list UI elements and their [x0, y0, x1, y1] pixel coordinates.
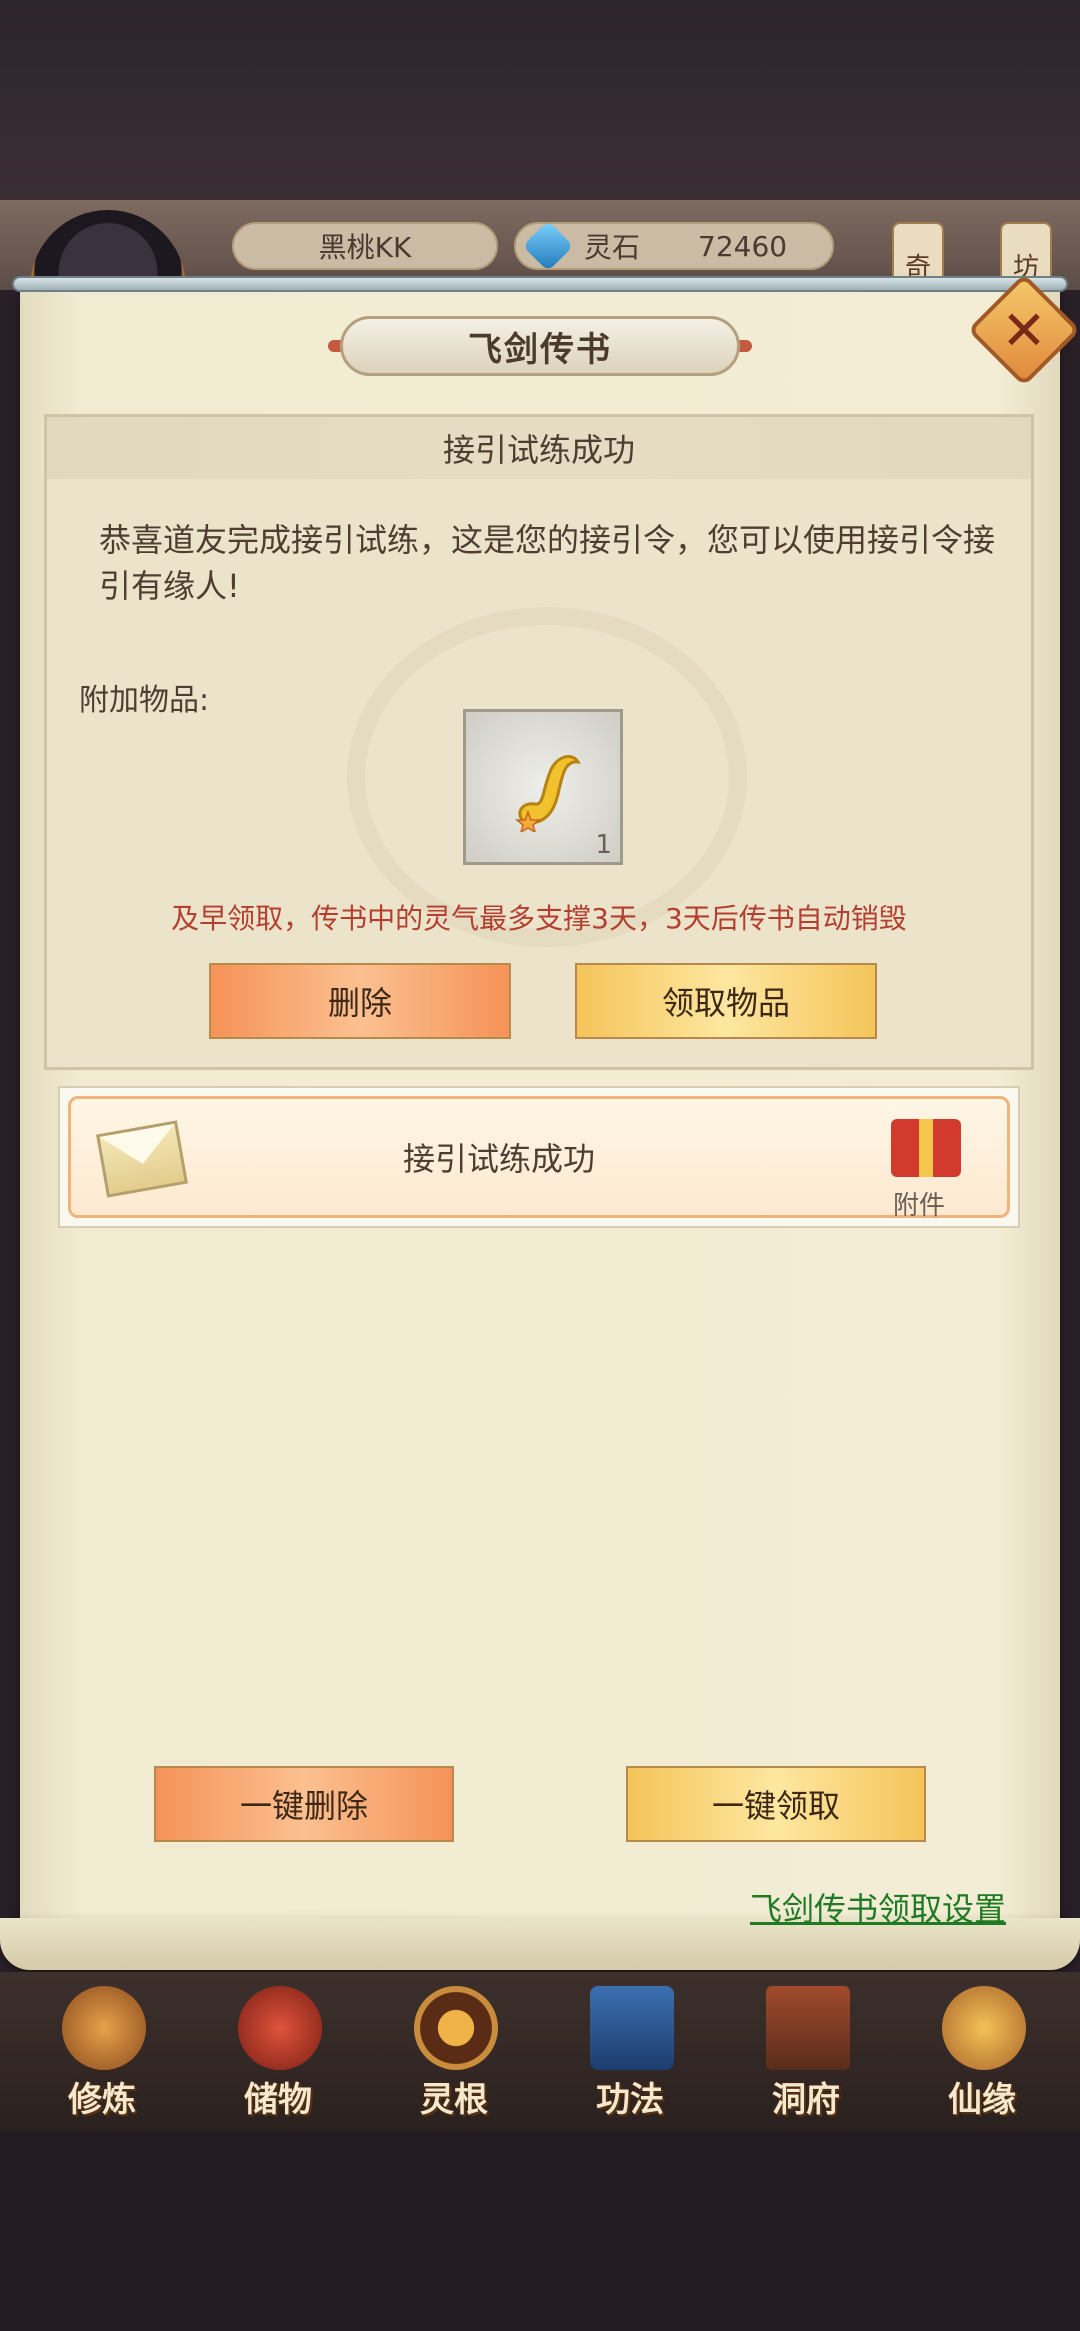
- mail-claim-settings-link[interactable]: 飞剑传书领取设置: [750, 1884, 1006, 1930]
- claim-items-button[interactable]: 领取物品: [575, 963, 877, 1039]
- nav-cave-dwelling-label: 洞府: [772, 2080, 840, 2120]
- attachment-badge: 附件: [893, 1191, 946, 1221]
- gift-box-icon: [891, 1119, 961, 1177]
- nav-cave-dwelling[interactable]: 洞府: [736, 1972, 876, 2132]
- bottom-nav: 修炼 储物 灵根 功法 洞府 仙缘: [0, 1972, 1080, 2132]
- nav-fate[interactable]: 仙缘: [912, 1972, 1052, 2132]
- nav-spirit-root[interactable]: 灵根: [384, 1972, 524, 2132]
- storage-bag-icon: [238, 1986, 322, 2070]
- mail-detail-panel: 接引试练成功 恭喜道友完成接引试练，这是您的接引令，您可以使用接引令接引有缘人!…: [44, 414, 1034, 1070]
- mail-body: 恭喜道友完成接引试练，这是您的接引令，您可以使用接引令接引有缘人!: [99, 521, 996, 605]
- spirit-root-icon: [414, 1986, 498, 2070]
- nav-technique-label: 功法: [596, 2080, 664, 2120]
- dialog-title: 飞剑传书: [340, 316, 740, 376]
- top-backdrop: [0, 0, 1080, 200]
- nav-storage-label: 储物: [244, 2080, 312, 2120]
- attachments-label: 附加物品:: [79, 683, 210, 718]
- claim-all-button[interactable]: 一键领取: [626, 1766, 926, 1842]
- currency-value: 72460: [698, 229, 788, 263]
- bottom-backdrop: [0, 2132, 1080, 2331]
- scroll-token-icon: [514, 755, 581, 832]
- mail-list-item-frame: 接引试练成功 附件: [68, 1096, 1010, 1221]
- player-name: 黑桃KK: [232, 222, 498, 270]
- delete-all-button[interactable]: 一键删除: [154, 1766, 454, 1842]
- attachment-item-slot[interactable]: 1: [463, 709, 623, 865]
- nav-technique[interactable]: 功法: [560, 1972, 700, 2132]
- attachment-count: 1: [595, 830, 612, 860]
- cultivation-icon: [62, 1986, 146, 2070]
- mail-list-item[interactable]: 接引试练成功 附件: [58, 1086, 1020, 1228]
- nav-fate-label: 仙缘: [948, 2080, 1016, 2120]
- technique-book-icon: [590, 1986, 674, 2070]
- nav-cultivation-label: 修炼: [68, 2080, 136, 2120]
- nav-cultivation[interactable]: 修炼: [32, 1972, 172, 2132]
- mail-subject: 接引试练成功: [47, 417, 1031, 479]
- cave-dwelling-icon: [766, 1986, 850, 2070]
- fate-icon: [942, 1986, 1026, 2070]
- close-icon[interactable]: ✕: [984, 290, 1064, 370]
- scroll-top-rod: [12, 276, 1068, 292]
- delete-button[interactable]: 删除: [209, 963, 511, 1039]
- currency-label: 灵石: [584, 231, 641, 264]
- currency-display: 灵石 72460: [514, 220, 834, 272]
- spirit-stone-icon: [522, 220, 574, 272]
- nav-spirit-root-label: 灵根: [420, 2080, 488, 2120]
- mail-list-item-subject: 接引试练成功: [402, 1140, 595, 1178]
- expiry-warning: 及早领取，传书中的灵气最多支撑3天，3天后传书自动销毁: [171, 902, 907, 935]
- nav-storage[interactable]: 储物: [208, 1972, 348, 2132]
